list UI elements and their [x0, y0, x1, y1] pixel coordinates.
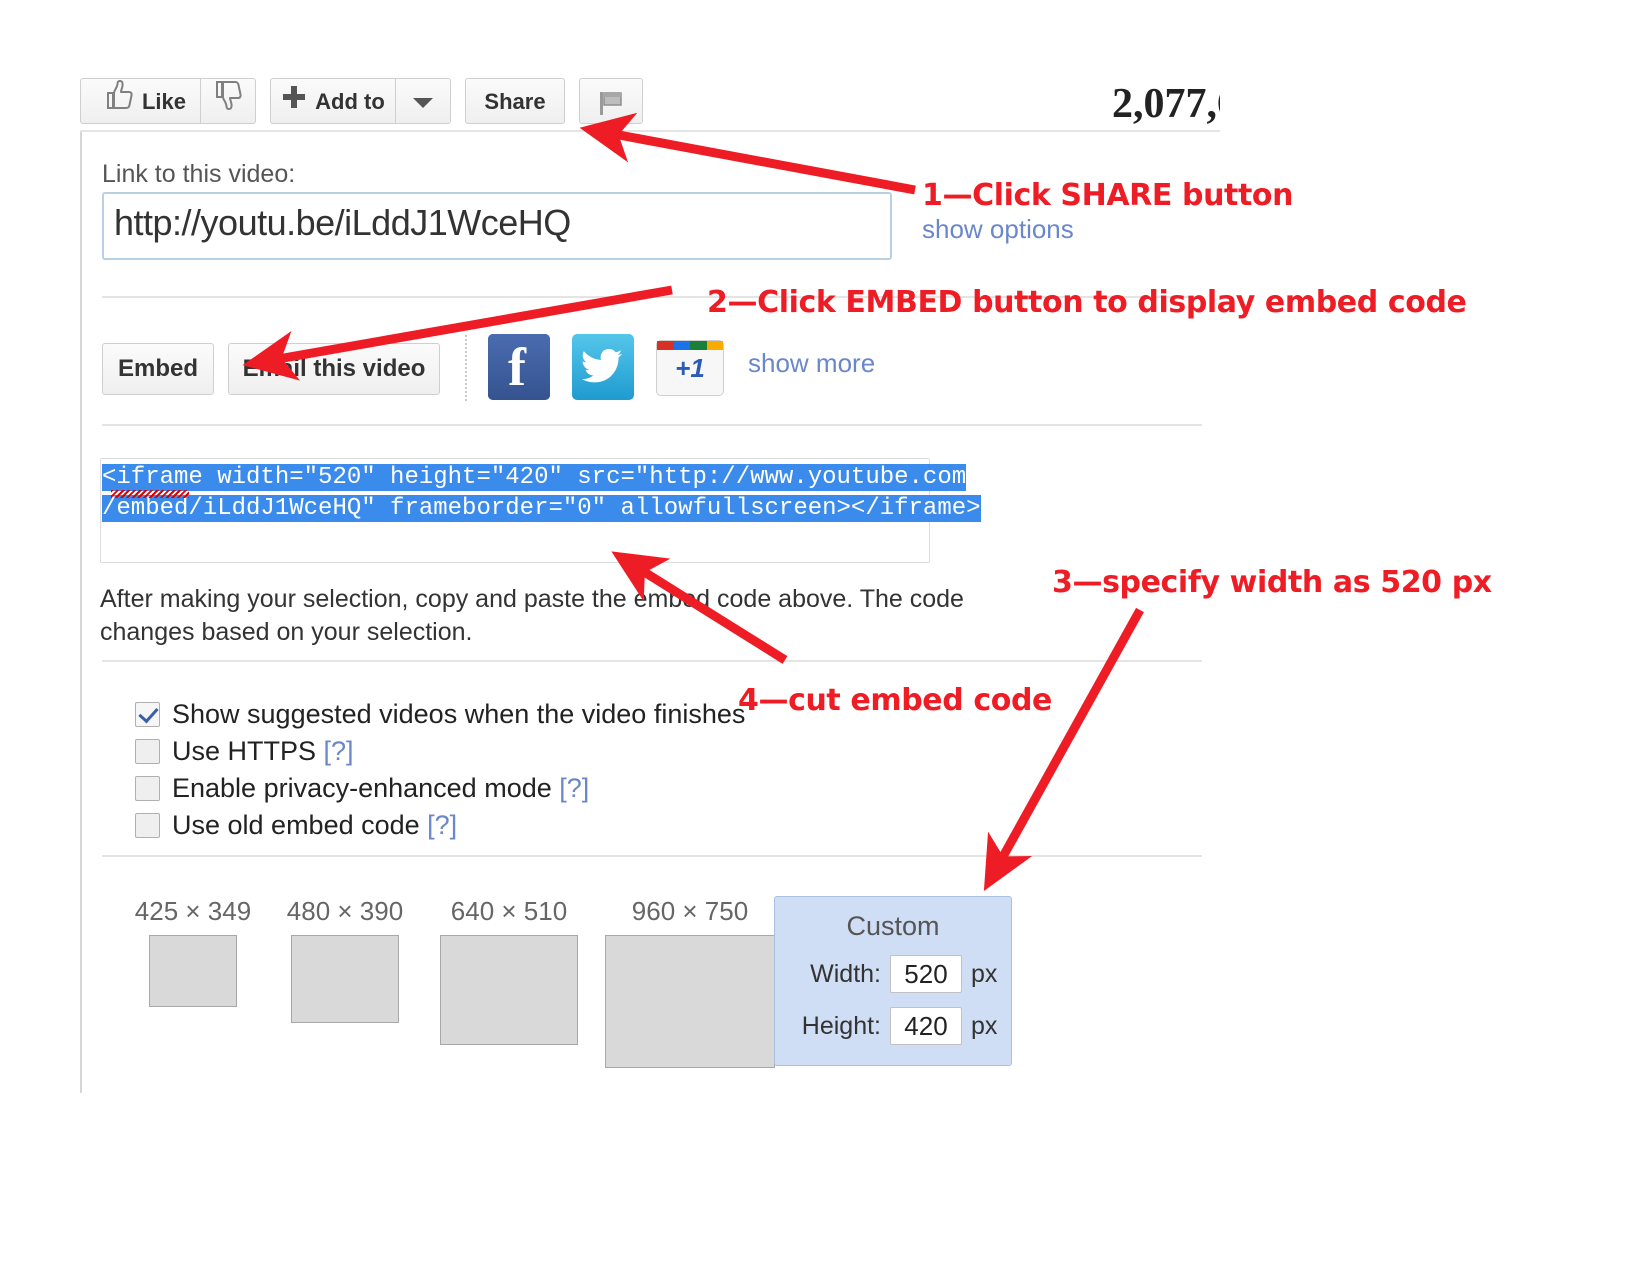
- add-to-dropdown-button[interactable]: [395, 78, 451, 124]
- embed-button[interactable]: Embed: [102, 343, 214, 395]
- view-count: 2,077,6: [1112, 81, 1220, 127]
- custom-width-row: Width: 520 px: [793, 955, 997, 993]
- facebook-share-icon[interactable]: f: [488, 334, 550, 400]
- size-thumb-960[interactable]: [605, 935, 775, 1068]
- twitter-bird-glyph: [581, 348, 623, 383]
- custom-height-unit: px: [971, 1011, 998, 1040]
- size-option-480[interactable]: 480 × 390: [265, 896, 425, 1023]
- size-thumb-640[interactable]: [440, 935, 578, 1045]
- size-label-640: 640 × 510: [450, 896, 568, 926]
- flag-group: [579, 78, 643, 124]
- share-separator-2: [102, 424, 1202, 426]
- google-colors-bar: [657, 341, 723, 350]
- toolbar-separator: [80, 130, 1220, 132]
- like-button[interactable]: Like: [80, 78, 200, 124]
- chevron-down-icon: [412, 89, 434, 114]
- size-thumb-425[interactable]: [149, 935, 237, 1007]
- option-help-1[interactable]: [?]: [324, 736, 354, 766]
- size-option-425[interactable]: 425 × 349: [118, 896, 268, 1007]
- checkbox-use-old-embed-code[interactable]: [135, 813, 160, 838]
- size-label-480: 480 × 390: [286, 896, 404, 926]
- checkbox-show-suggested-videos[interactable]: [135, 702, 160, 727]
- custom-width-unit: px: [971, 959, 998, 988]
- size-option-640[interactable]: 640 × 510: [420, 896, 598, 1045]
- video-action-toolbar: Like Add to Share: [80, 78, 657, 128]
- annotation-3: 3—specify width as 520 px: [1052, 565, 1492, 600]
- custom-size-panel[interactable]: Custom Width: 520 px Height: 420 px: [774, 896, 1012, 1066]
- option-row-3[interactable]: Use old embed code [?]: [135, 810, 457, 841]
- google-plus-one-button[interactable]: +1: [656, 340, 724, 396]
- option-label-3: Use old embed code: [172, 810, 428, 840]
- video-url-input[interactable]: http://youtu.be/iLddJ1WceHQ: [102, 192, 892, 260]
- option-row-1[interactable]: Use HTTPS [?]: [135, 736, 354, 767]
- show-more-link[interactable]: show more: [748, 348, 875, 379]
- size-label-960: 960 × 750: [631, 896, 749, 926]
- flag-button[interactable]: [579, 78, 643, 124]
- thumbs-down-icon: [213, 79, 243, 127]
- embed-code-text: <iframe width="520" height="420" src="ht…: [102, 462, 981, 524]
- option-help-2[interactable]: [?]: [559, 773, 589, 803]
- video-url-value: http://youtu.be/iLddJ1WceHQ: [114, 202, 571, 243]
- checkbox-privacy-enhanced-mode[interactable]: [135, 776, 160, 801]
- embed-help-text: After making your selection, copy and pa…: [100, 585, 964, 646]
- add-to-label: Add to: [315, 89, 385, 114]
- size-thumb-480[interactable]: [291, 935, 399, 1023]
- dislike-button[interactable]: [200, 78, 256, 124]
- option-label-1: Use HTTPS: [172, 736, 324, 766]
- option-row-2[interactable]: Enable privacy-enhanced mode [?]: [135, 773, 589, 804]
- annotation-2: 2—Click EMBED button to display embed co…: [707, 285, 1467, 320]
- custom-width-input[interactable]: 520: [890, 955, 962, 993]
- option-label-0: Show suggested videos when the video fin…: [172, 699, 746, 729]
- share-button[interactable]: Share: [465, 78, 565, 124]
- twitter-share-icon[interactable]: [572, 334, 634, 400]
- annotation-4: 4—cut embed code: [738, 683, 1052, 718]
- custom-height-label: Height:: [801, 1011, 881, 1040]
- embed-code-line-1: <iframe width="520" height="420" src="ht…: [102, 464, 967, 491]
- youtube-share-screenshot: Like Add to Share 2,077, Link to this vi…: [80, 58, 1220, 1093]
- size-label-425: 425 × 349: [134, 896, 252, 926]
- plus-one-label: +1: [675, 353, 705, 383]
- checkbox-use-https[interactable]: [135, 739, 160, 764]
- option-label-2: Enable privacy-enhanced mode: [172, 773, 560, 803]
- custom-width-label: Width:: [810, 959, 881, 988]
- custom-height-input[interactable]: 420: [890, 1007, 962, 1045]
- email-this-video-button[interactable]: Email this video: [228, 343, 440, 395]
- plus-icon: [281, 80, 307, 126]
- thumbs-up-icon: [101, 79, 135, 127]
- facebook-glyph: f: [508, 337, 526, 397]
- share-separator-3: [102, 660, 1202, 662]
- share-group: Share: [465, 78, 565, 124]
- show-options-link[interactable]: show options: [922, 214, 1074, 245]
- custom-size-title: Custom: [846, 911, 940, 941]
- flag-icon: [596, 89, 626, 116]
- option-row-0[interactable]: Show suggested videos when the video fin…: [135, 699, 745, 730]
- spellcheck-squiggle: [111, 490, 189, 498]
- annotation-1: 1—Click SHARE button: [922, 178, 1294, 213]
- option-help-3[interactable]: [?]: [427, 810, 457, 840]
- custom-height-row: Height: 420 px: [793, 1007, 997, 1045]
- like-dislike-group: Like: [80, 78, 256, 124]
- share-separator-4: [102, 855, 1202, 857]
- add-to-button[interactable]: Add to: [270, 78, 395, 124]
- add-to-group: Add to: [270, 78, 451, 124]
- like-label: Like: [141, 89, 187, 114]
- social-divider: [465, 335, 467, 401]
- link-to-video-label: Link to this video:: [102, 160, 296, 188]
- size-option-960[interactable]: 960 × 750: [585, 896, 795, 1068]
- embed-code-line-2: /embed/iLddJ1WceHQ" frameborder="0" allo…: [102, 495, 981, 522]
